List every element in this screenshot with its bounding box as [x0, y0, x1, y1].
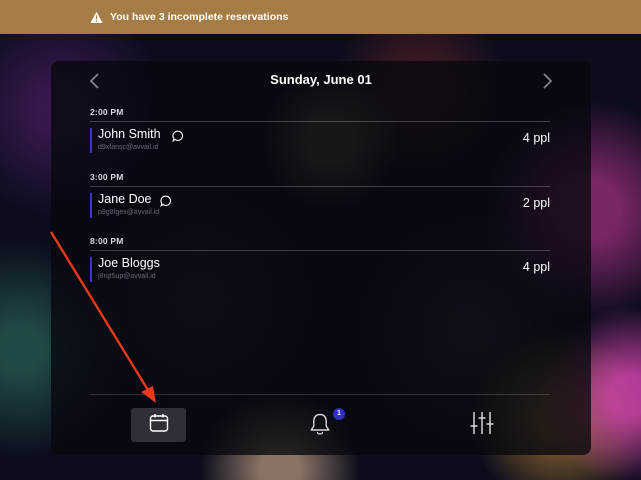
warning-triangle-icon [90, 11, 103, 24]
slot-divider [90, 186, 550, 187]
guest-name: Joe Bloggs [98, 256, 160, 270]
party-size: 2 ppl [522, 196, 550, 210]
reservation-row[interactable]: John Smith d9xfansc@avvail.id 4 ppl [90, 126, 550, 156]
reservation-accent-bar [90, 193, 92, 218]
tab-calendar[interactable] [131, 408, 186, 442]
tabbar-divider [90, 394, 550, 395]
message-bubble-icon [172, 129, 184, 143]
reservations-panel: Sunday, June 01 2:00 PM John Smith d9xfa… [51, 61, 591, 455]
party-size: 4 ppl [522, 131, 550, 145]
slot-time: 2:00 PM [90, 107, 124, 117]
reservation-row[interactable]: Joe Bloggs j8rqt5up@avvail.id 4 ppl [90, 255, 550, 285]
guest-email: d9xfansc@avvail.id [98, 144, 159, 151]
time-slot: 3:00 PM Jane Doe p9g8fgex@avvail.id 2 pp… [90, 172, 550, 221]
slot-divider [90, 250, 550, 251]
guest-email: p9g8fgex@avvail.id [98, 209, 160, 216]
time-slot: 2:00 PM John Smith d9xfansc@avvail.id 4 … [90, 107, 550, 156]
tab-settings[interactable] [469, 411, 495, 439]
party-size: 4 ppl [522, 260, 550, 274]
guest-email: j8rqt5up@avvail.id [98, 273, 156, 280]
time-slot: 8:00 PM Joe Bloggs j8rqt5up@avvail.id 4 … [90, 236, 550, 285]
banner-text: You have 3 incomplete reservations [110, 11, 289, 23]
date-navigation: Sunday, June 01 [51, 61, 591, 101]
slot-divider [90, 121, 550, 122]
bell-icon [309, 412, 331, 441]
reservation-accent-bar [90, 128, 92, 153]
reservation-accent-bar [90, 257, 92, 282]
chevron-right-icon[interactable] [539, 72, 555, 90]
guest-name: Jane Doe [98, 192, 152, 206]
slot-time: 8:00 PM [90, 236, 124, 246]
date-title: Sunday, June 01 [270, 72, 372, 87]
calendar-icon [149, 413, 169, 438]
message-bubble-icon [160, 194, 172, 208]
sliders-icon [470, 410, 494, 441]
slot-time: 3:00 PM [90, 172, 124, 182]
notification-badge: 1 [333, 408, 345, 420]
incomplete-reservations-banner[interactable]: You have 3 incomplete reservations [0, 0, 641, 34]
guest-name: John Smith [98, 127, 161, 141]
tab-notifications[interactable] [306, 411, 334, 441]
reservation-row[interactable]: Jane Doe p9g8fgex@avvail.id 2 ppl [90, 191, 550, 221]
